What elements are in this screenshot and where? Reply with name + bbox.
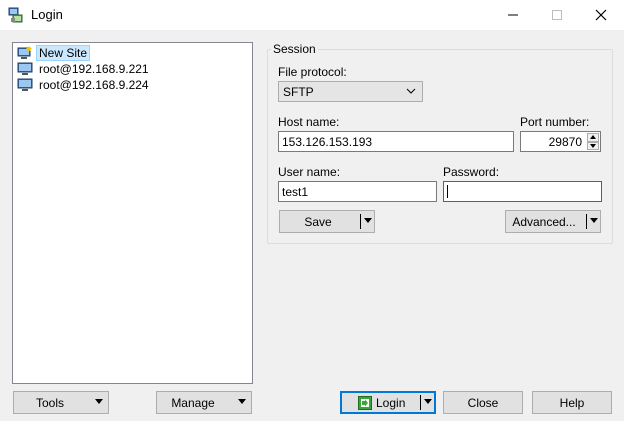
title-bar: Login xyxy=(0,0,624,30)
port-number-label: Port number: xyxy=(520,115,590,129)
manage-button[interactable]: Manage xyxy=(156,391,252,414)
site-label: New Site xyxy=(35,45,91,61)
minimize-icon xyxy=(508,14,518,16)
spin-down-button[interactable] xyxy=(587,141,599,150)
window-title: Login xyxy=(31,7,63,22)
host-name-label: Host name: xyxy=(278,115,340,129)
site-item-root-221[interactable]: root@192.168.9.221 xyxy=(17,61,151,77)
save-button-label: Save xyxy=(304,214,332,229)
session-group-label: Session xyxy=(271,42,318,56)
close-icon xyxy=(595,9,607,21)
dropdown-arrow-icon xyxy=(95,399,103,404)
dropdown-arrow-icon[interactable] xyxy=(590,218,598,224)
tools-button-label: Tools xyxy=(35,395,64,410)
file-protocol-value: SFTP xyxy=(283,84,314,99)
dropdown-arrow-icon[interactable] xyxy=(424,399,432,405)
winscp-app-icon xyxy=(8,7,23,23)
user-name-label: User name: xyxy=(278,165,341,179)
dropdown-arrow-icon[interactable] xyxy=(364,218,372,224)
help-button-label: Help xyxy=(559,395,585,410)
port-spin-buttons[interactable] xyxy=(587,133,599,150)
port-number-stepper[interactable]: 29870 xyxy=(520,131,601,152)
host-name-field[interactable]: 153.126.153.193 xyxy=(278,131,514,152)
host-name-value: 153.126.153.193 xyxy=(282,134,373,149)
login-button[interactable]: Login xyxy=(340,391,436,414)
advanced-button-label: Advanced... xyxy=(512,214,576,229)
help-button[interactable]: Help xyxy=(532,391,612,414)
minimize-button[interactable] xyxy=(490,0,536,30)
chevron-down-icon xyxy=(406,88,416,94)
site-item-new-site[interactable]: New Site xyxy=(17,45,91,61)
spin-down-icon xyxy=(590,143,596,148)
password-label: Password: xyxy=(443,165,500,179)
computer-icon xyxy=(17,78,33,91)
login-button-label: Login xyxy=(376,395,406,410)
dropdown-arrow-icon xyxy=(238,399,246,404)
manage-button-label: Manage xyxy=(171,395,215,410)
port-number-value: 29870 xyxy=(548,134,582,149)
site-label: root@192.168.9.224 xyxy=(39,78,149,92)
split-divider xyxy=(586,214,587,229)
close-window-button[interactable] xyxy=(578,0,624,30)
split-divider xyxy=(360,214,361,229)
file-protocol-select[interactable]: SFTP xyxy=(278,81,423,102)
spin-up-icon xyxy=(590,135,596,140)
site-label: root@192.168.9.221 xyxy=(39,62,149,76)
site-tree[interactable]: New Site root@192.168.9.221 root@192.168… xyxy=(12,42,253,384)
new-site-icon xyxy=(17,46,32,59)
user-name-value: test1 xyxy=(282,184,309,199)
text-caret xyxy=(447,185,448,198)
tools-button[interactable]: Tools xyxy=(13,391,109,414)
computer-icon xyxy=(17,62,33,75)
file-protocol-label: File protocol: xyxy=(278,65,347,79)
site-item-root-224[interactable]: root@192.168.9.224 xyxy=(17,77,151,93)
spin-up-button[interactable] xyxy=(587,133,599,142)
user-name-field[interactable]: test1 xyxy=(278,181,437,202)
split-divider xyxy=(420,395,421,410)
advanced-button[interactable]: Advanced... xyxy=(505,210,601,233)
close-button[interactable]: Close xyxy=(443,391,523,414)
maximize-icon xyxy=(552,10,562,20)
maximize-button[interactable] xyxy=(534,0,580,30)
close-button-label: Close xyxy=(467,395,499,410)
login-icon xyxy=(358,395,372,410)
save-button[interactable]: Save xyxy=(279,210,375,233)
password-field[interactable] xyxy=(443,181,602,202)
